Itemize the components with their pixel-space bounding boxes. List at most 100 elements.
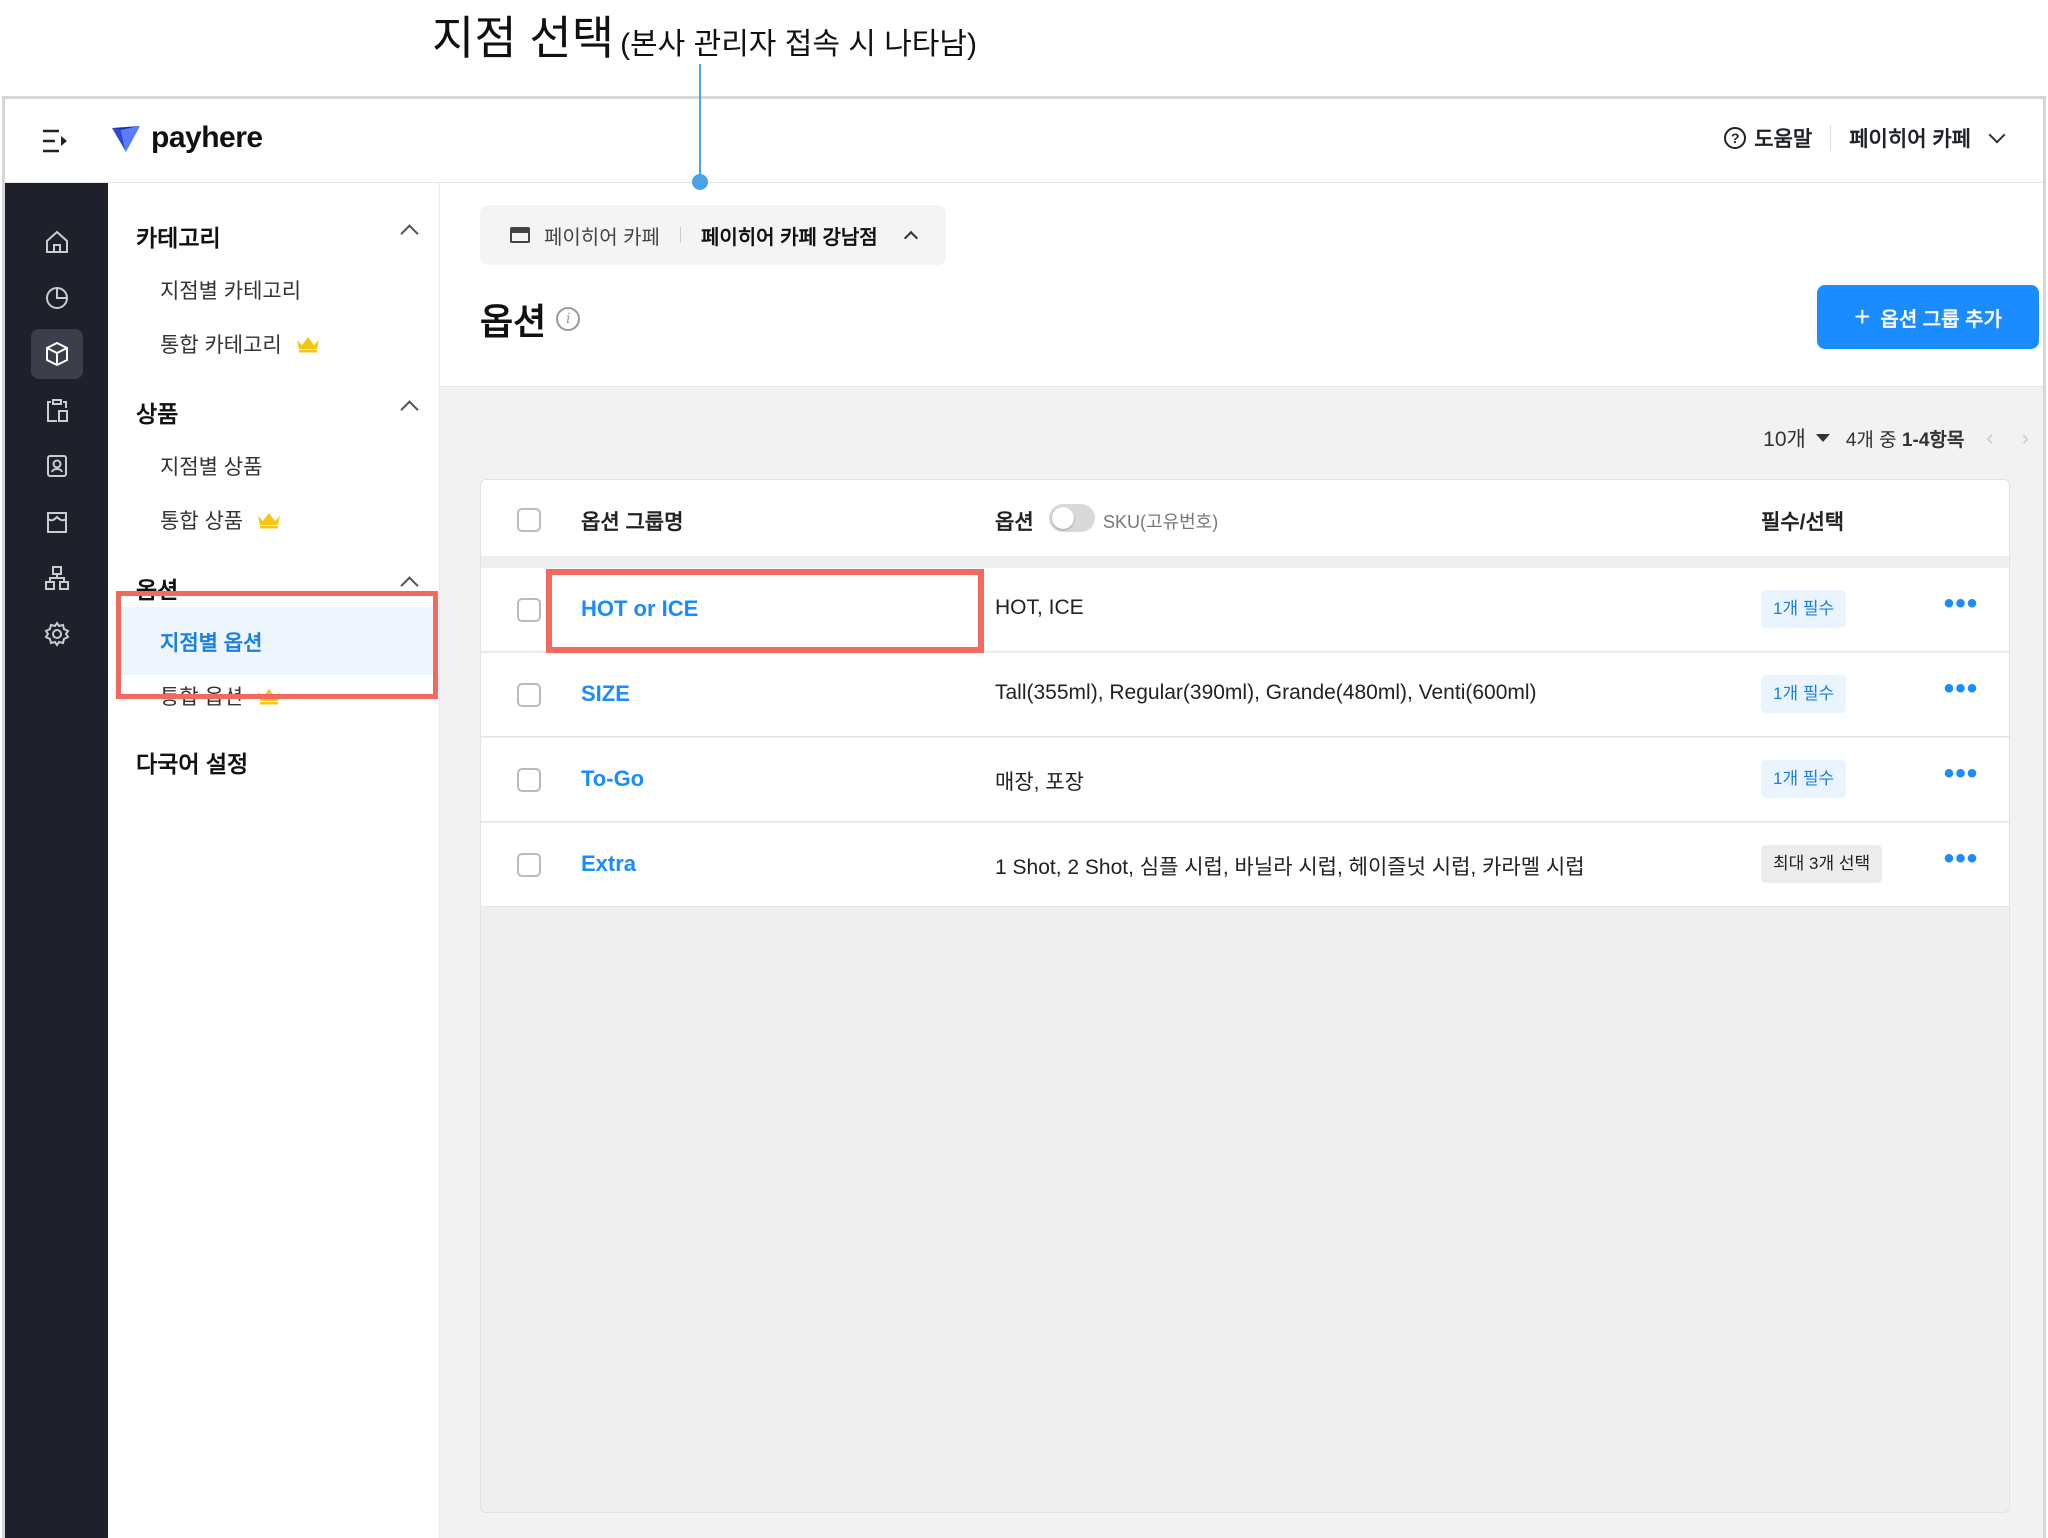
section-title: 상품	[136, 401, 179, 427]
callout-connector-dot	[692, 174, 708, 190]
sidebar-section-product[interactable]: 상품	[136, 395, 419, 429]
store-selector[interactable]: 페이히어 카페	[1849, 123, 2006, 153]
help-link[interactable]: ? 도움말	[1724, 123, 1812, 153]
callout-title: 지점 선택 (본사 관리자 접속 시 나타남)	[432, 2, 977, 68]
chevron-up-icon	[400, 400, 419, 419]
table-row[interactable]: To-Go 매장, 포장 1개 필수 •••	[481, 738, 2009, 822]
top-bar-right: ? 도움말 페이히어 카페	[1724, 123, 2006, 153]
callout-annotation: 지점 선택 (본사 관리자 접속 시 나타남)	[0, 0, 2048, 96]
menu-toggle-icon[interactable]	[41, 127, 71, 155]
row-checkbox[interactable]	[517, 768, 541, 792]
logo-mark-icon	[112, 126, 140, 152]
header-options: 옵션	[995, 511, 1034, 534]
sidebar-item-label: 지점별 카테고리	[160, 280, 302, 303]
option-values: HOT, ICE	[995, 596, 1084, 619]
divider	[679, 227, 681, 243]
main-content: 페이히어 카페 페이히어 카페 강남점 옵션 i + 옵션 그룹 추가 10개 …	[440, 183, 2043, 1538]
contact-icon[interactable]	[31, 441, 83, 491]
logo[interactable]: payhere	[111, 121, 263, 155]
sidebar-item-branch-category[interactable]: 지점별 카테고리	[160, 275, 301, 305]
sidebar-item-label: 지점별 상품	[160, 456, 263, 479]
header-option-group: 옵션 그룹명	[581, 511, 684, 534]
callout-title-text: 지점 선택	[432, 12, 615, 64]
plus-icon: +	[1854, 301, 1871, 332]
crown-icon	[296, 337, 319, 353]
page-title: 옵션 i	[480, 293, 581, 345]
chevron-down-icon	[1988, 126, 2006, 144]
select-all-checkbox[interactable]	[517, 508, 541, 532]
sidebar-item-integrated-category[interactable]: 통합 카테고리	[160, 329, 320, 359]
row-checkbox[interactable]	[517, 853, 541, 877]
branch-selector[interactable]: 페이히어 카페 페이히어 카페 강남점	[480, 205, 946, 265]
option-group-name-link[interactable]: HOT or ICE	[581, 596, 698, 622]
add-option-group-button[interactable]: + 옵션 그룹 추가	[1817, 285, 2039, 349]
range-prefix: 4개 중	[1845, 429, 1897, 451]
pagination-range: 4개 중 1-4항목	[1846, 425, 1965, 452]
store-icon[interactable]	[31, 497, 83, 547]
next-page-icon[interactable]: ›	[2016, 425, 2035, 451]
table-row[interactable]: HOT or ICE HOT, ICE 1개 필수 •••	[481, 568, 2009, 652]
page-header: 페이히어 카페 페이히어 카페 강남점 옵션 i + 옵션 그룹 추가	[440, 183, 2043, 387]
option-values: 매장, 포장	[995, 771, 1084, 794]
more-options-icon[interactable]: •••	[1941, 674, 1981, 711]
sidebar-item-branch-product[interactable]: 지점별 상품	[160, 451, 262, 481]
sidebar-item-label: 통합 카테고리	[160, 334, 282, 357]
divider	[1830, 125, 1832, 151]
app-window: payhere ? 도움말 페이히어 카페 카테고리 지점별 카테고리 통합 카…	[2, 96, 2046, 1538]
pie-chart-icon[interactable]	[31, 273, 83, 323]
chevron-up-icon	[400, 224, 419, 243]
row-checkbox[interactable]	[517, 683, 541, 707]
rule-badge: 1개 필수	[1761, 760, 1847, 798]
box-icon[interactable]	[31, 329, 83, 379]
icon-rail	[5, 183, 108, 1538]
section-title: 카테고리	[136, 225, 221, 251]
prev-page-icon[interactable]: ‹	[1980, 425, 1999, 451]
table-row[interactable]: SIZE Tall(355ml), Regular(390ml), Grande…	[481, 653, 2009, 737]
row-checkbox[interactable]	[517, 598, 541, 622]
logo-text: payhere	[151, 121, 263, 154]
rule-badge: 1개 필수	[1761, 590, 1847, 628]
sidebar-section-category[interactable]: 카테고리	[136, 219, 419, 253]
gear-icon[interactable]	[31, 609, 83, 659]
org-chart-icon[interactable]	[31, 553, 83, 603]
caret-down-icon	[1815, 434, 1830, 442]
home-icon[interactable]	[31, 217, 83, 267]
help-label: 도움말	[1754, 128, 1813, 151]
more-options-icon[interactable]: •••	[1941, 759, 1981, 796]
header-required: 필수/선택	[1761, 511, 1845, 534]
pagination: 10개 4개 중 1-4항목 ‹ ›	[1763, 423, 2035, 453]
rule-badge: 최대 3개 선택	[1761, 845, 1883, 883]
info-icon[interactable]: i	[556, 307, 581, 331]
table-row[interactable]: Extra 1 Shot, 2 Shot, 심플 시럽, 바닐라 시럽, 헤이즐…	[481, 823, 2009, 907]
options-table: 옵션 그룹명 옵션 SKU(고유번호) 필수/선택 HOT or ICE HOT…	[480, 479, 2010, 1513]
table-header: 옵션 그룹명 옵션 SKU(고유번호) 필수/선택	[481, 480, 2009, 562]
crown-icon	[258, 513, 281, 529]
store-icon	[510, 227, 530, 243]
option-group-name-link[interactable]: Extra	[581, 851, 636, 877]
option-group-name-link[interactable]: To-Go	[581, 766, 644, 792]
sidebar-item-label: 다국어 설정	[136, 751, 249, 777]
rule-badge: 1개 필수	[1761, 675, 1847, 713]
sidebar-item-multilingual[interactable]: 다국어 설정	[136, 745, 416, 779]
more-options-icon[interactable]: •••	[1941, 589, 1981, 626]
branch-company: 페이히어 카페	[544, 226, 660, 249]
option-values: Tall(355ml), Regular(390ml), Grande(480m…	[995, 681, 1537, 704]
sidebar-item-label: 통합 상품	[160, 510, 244, 533]
help-icon: ?	[1724, 127, 1747, 149]
per-page-select[interactable]: 10개	[1763, 423, 1830, 453]
sidebar: 카테고리 지점별 카테고리 통합 카테고리 상품 지점별 상품 통합 상품 옵션…	[108, 183, 440, 1538]
top-bar: payhere ? 도움말 페이히어 카페	[5, 99, 2043, 183]
highlight-box-sidebar	[116, 591, 438, 699]
option-group-name-link[interactable]: SIZE	[581, 681, 630, 707]
clipboard-icon[interactable]	[31, 385, 83, 435]
page-title-text: 옵션	[480, 301, 547, 342]
callout-connector-line	[699, 64, 701, 178]
per-page-value: 10개	[1763, 428, 1806, 451]
more-options-icon[interactable]: •••	[1941, 844, 1981, 881]
option-values: 1 Shot, 2 Shot, 심플 시럽, 바닐라 시럽, 헤이즐넛 시럽, …	[995, 856, 1585, 879]
sidebar-item-integrated-product[interactable]: 통합 상품	[160, 505, 281, 535]
range-value: 1-4항목	[1901, 429, 1965, 451]
sku-toggle-label: SKU(고유번호)	[1103, 512, 1219, 532]
branch-selected: 페이히어 카페 강남점	[700, 226, 878, 249]
sku-toggle[interactable]	[1049, 504, 1095, 532]
